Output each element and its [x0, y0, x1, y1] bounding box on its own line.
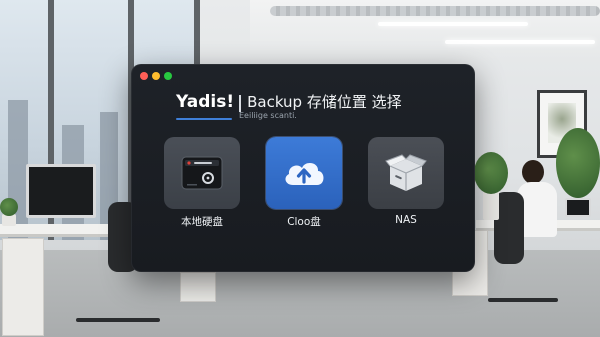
option-local-disk[interactable]	[164, 137, 240, 209]
brand-name: Yadis!	[176, 92, 235, 112]
close-window-button[interactable]	[140, 72, 148, 80]
option-label-cloud-drive: Cloo盘	[287, 216, 321, 228]
nas-box-icon	[385, 154, 427, 191]
heading-divider	[239, 94, 242, 112]
desk-plant	[0, 198, 18, 216]
floor-plant	[474, 152, 508, 194]
zoom-window-button[interactable]	[164, 72, 172, 80]
chair-base	[76, 318, 160, 322]
chair-base	[488, 298, 558, 302]
cabinet	[180, 272, 216, 302]
drawer-cabinet	[2, 238, 44, 336]
floor-plant	[556, 128, 600, 198]
ceiling-light	[445, 40, 595, 44]
cloud-upload-icon	[285, 162, 324, 185]
dialog-subtitle: Eeiliige scanti.	[239, 111, 297, 120]
ceiling-light	[378, 22, 528, 26]
option-nas[interactable]	[368, 137, 444, 209]
option-label-local-disk: 本地硬盘	[181, 216, 223, 228]
ceiling-duct	[270, 6, 600, 16]
desktop-monitor	[26, 164, 96, 218]
brand-underline	[176, 118, 232, 120]
person	[522, 160, 544, 184]
option-cloud-drive[interactable]	[266, 137, 342, 209]
backup-location-dialog: Yadis! Backup 存储位置 选择 Eeiliige scanti. 本…	[131, 64, 475, 272]
dialog-title: Backup 存储位置 选择	[247, 93, 402, 111]
hard-drive-icon	[181, 156, 223, 190]
laptop	[565, 198, 591, 217]
plant-pot	[483, 190, 499, 220]
option-label-nas: NAS	[395, 214, 417, 226]
minimize-window-button[interactable]	[152, 72, 160, 80]
